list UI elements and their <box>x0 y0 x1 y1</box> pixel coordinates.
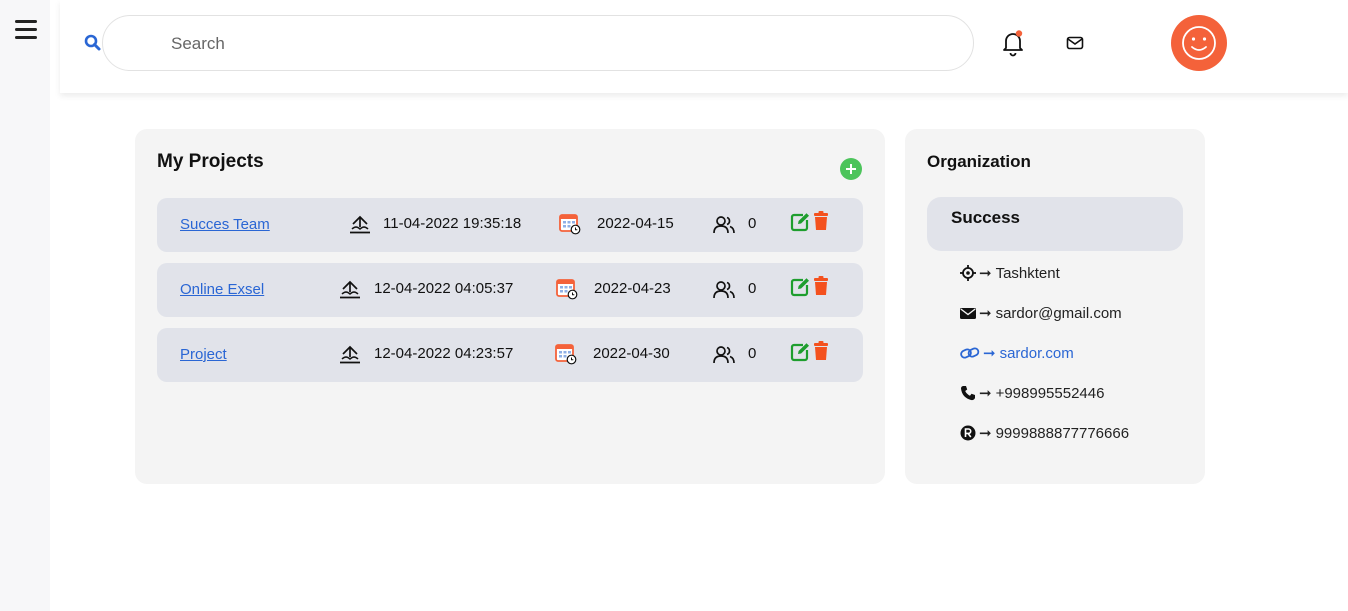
arrow-icon: ➞ <box>979 265 992 282</box>
members-count: 0 <box>748 215 757 232</box>
project-name-link[interactable]: Succes Team <box>180 216 270 233</box>
project-row: Succes Team 11-04-2022 19:35:18 2022-04-… <box>157 198 863 252</box>
members-count: 0 <box>748 280 757 297</box>
deadline-date: 2022-04-30 <box>593 345 670 362</box>
delete-icon[interactable] <box>813 341 829 361</box>
delete-icon[interactable] <box>813 211 829 231</box>
smiley-icon <box>1182 26 1216 60</box>
created-date: 12-04-2022 04:23:57 <box>374 345 514 362</box>
deadline-date: 2022-04-23 <box>594 280 671 297</box>
arrow-icon: ➞ <box>979 305 992 322</box>
calendar-icon <box>556 279 578 300</box>
website-link[interactable]: sardor.com <box>1000 345 1074 362</box>
upload-icon <box>350 215 370 234</box>
link-icon <box>960 347 980 359</box>
members-icon <box>713 281 735 299</box>
project-name-link[interactable]: Project <box>180 346 227 363</box>
members-icon <box>713 216 735 234</box>
members-count: 0 <box>748 345 757 362</box>
edit-icon[interactable] <box>790 277 810 297</box>
edit-icon[interactable] <box>790 342 810 362</box>
organization-registration: ➞ 9999888877776666 <box>960 423 1129 443</box>
search-icon[interactable] <box>83 33 103 53</box>
delete-icon[interactable] <box>813 276 829 296</box>
organization-title: Organization <box>927 152 1031 171</box>
calendar-icon <box>559 214 581 235</box>
location-crosshair-icon <box>960 265 976 281</box>
organization-name-pill: Success <box>927 197 1183 251</box>
created-date: 11-04-2022 19:35:18 <box>383 215 522 232</box>
created-date: 12-04-2022 04:05:37 <box>374 280 514 297</box>
arrow-icon: ➞ <box>979 425 992 442</box>
location-text: Tashktent <box>995 264 1060 282</box>
avatar[interactable] <box>1171 15 1227 71</box>
projects-title: My Projects <box>157 151 264 172</box>
organization-website[interactable]: ➞ sardor.com <box>960 343 1074 363</box>
project-row: Project 12-04-2022 04:23:57 2022-04-30 0 <box>157 328 863 382</box>
organization-name: Success <box>951 208 1020 227</box>
menu-icon[interactable] <box>15 20 37 40</box>
organization-email: ➞ sardor@gmail.com <box>960 303 1122 323</box>
search-input[interactable] <box>171 30 931 58</box>
envelope-icon <box>960 308 976 319</box>
organization-phone: ➞ +998995552446 <box>960 383 1104 403</box>
registration-text: 9999888877776666 <box>995 424 1130 442</box>
phone-text: +998995552446 <box>995 384 1105 402</box>
arrow-icon: ➞ <box>983 345 996 362</box>
organization-location: ➞ Tashktent <box>960 263 1060 283</box>
deadline-date: 2022-04-15 <box>597 215 674 232</box>
members-icon <box>713 346 735 364</box>
add-project-button[interactable] <box>840 158 862 180</box>
project-name-link[interactable]: Online Exsel <box>180 281 264 298</box>
search-field <box>102 15 974 71</box>
organization-card: Organization Success ➞ Tashktent ➞ sardo… <box>905 129 1205 484</box>
project-row: Online Exsel 12-04-2022 04:05:37 2022-04… <box>157 263 863 317</box>
upload-icon <box>340 345 360 364</box>
arrow-icon: ➞ <box>979 385 992 402</box>
phone-icon <box>961 386 975 401</box>
edit-icon[interactable] <box>790 212 810 232</box>
calendar-icon <box>555 344 577 365</box>
projects-card: My Projects Succes Team 11-04-2022 19:35… <box>135 129 885 484</box>
email-text: sardor@gmail.com <box>995 304 1122 322</box>
mail-icon[interactable] <box>1066 35 1084 51</box>
upload-icon <box>340 280 360 299</box>
registered-icon <box>960 425 976 441</box>
sidebar <box>0 0 50 611</box>
bell-icon[interactable] <box>1000 29 1026 57</box>
